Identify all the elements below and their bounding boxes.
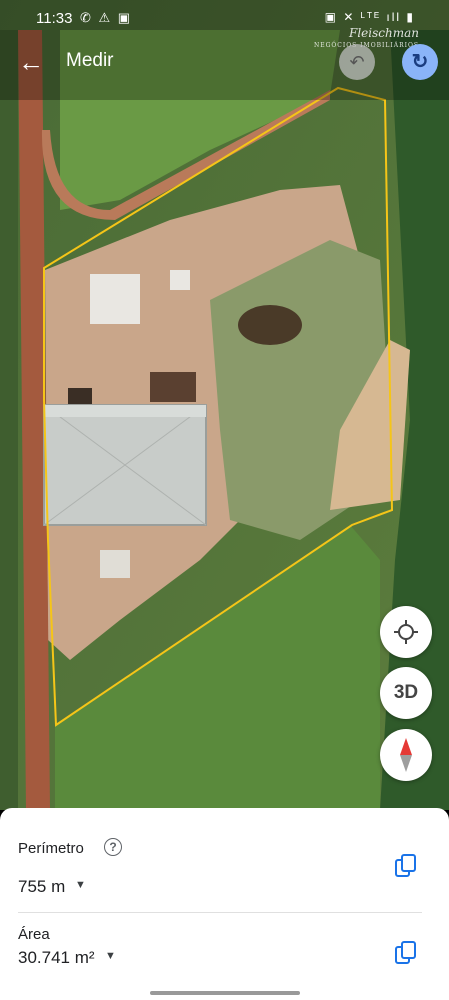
3d-view-button[interactable]: 3D [380,667,432,719]
my-location-button[interactable] [380,606,432,658]
perimeter-label: Perímetro [18,840,84,857]
3d-label: 3D [393,682,419,703]
copy-icon [395,854,416,877]
watermark-name: Fleischman [349,26,419,40]
compass-button[interactable] [380,729,432,781]
measurement-panel: Perímetro ? 755 m ▼ Área 30.741 m² ▼ [0,808,449,990]
material-pile [90,274,140,324]
system-nav-bar [0,988,449,1000]
back-button[interactable]: ← [14,46,48,80]
copy-icon [395,941,416,964]
copy-area-button[interactable] [392,939,420,967]
perimeter-value[interactable]: 755 m [18,877,65,897]
brush-pile [238,305,302,345]
tree-line [0,30,18,810]
redo-icon: ↻ [411,51,429,73]
help-icon[interactable]: ? [104,838,122,856]
redo-button[interactable]: ↻ [402,44,438,80]
notification-icons: ✆ ⚠ ▣ [80,10,133,25]
roof-edge [44,405,206,417]
machinery [68,388,92,406]
area-unit-dropdown-icon[interactable]: ▼ [105,950,116,962]
material-pile [100,550,130,578]
arrow-left-icon: ← [18,47,44,77]
perimeter-unit-dropdown-icon[interactable]: ▼ [75,879,86,891]
machinery [150,372,196,402]
copy-perimeter-button[interactable] [392,852,420,880]
area-value[interactable]: 30.741 m² [18,948,95,968]
undo-button[interactable]: ↶ [339,44,375,80]
crosshair-icon [394,620,418,644]
screen: 11:33 ✆ ⚠ ▣ ▣ ✕ ᴸᵀᴱ ıll ▮ Fleischman NEG… [0,0,449,1000]
area-label: Área [18,926,50,943]
home-gesture-pill[interactable] [150,991,300,995]
page-title: Medir [66,50,114,71]
compass-icon [400,738,412,772]
system-status-icons: ▣ ✕ ᴸᵀᴱ ıll ▮ [324,10,415,24]
divider [18,912,422,913]
material-pile [170,270,190,290]
status-time: 11:33 [36,10,73,27]
undo-icon: ↶ [349,52,365,72]
